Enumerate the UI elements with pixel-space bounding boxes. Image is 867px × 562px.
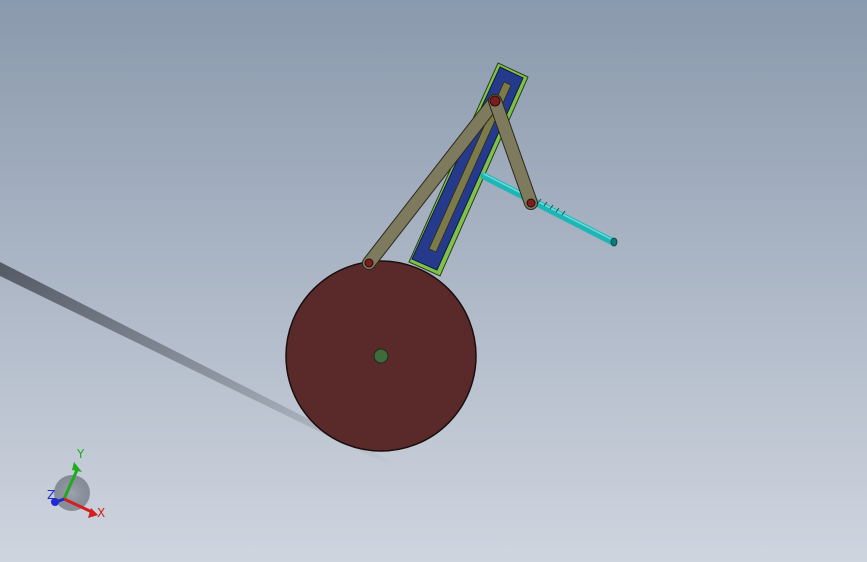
crank-disk[interactable] [285,260,477,452]
top-pin[interactable] [489,95,501,107]
mechanism-scene[interactable]: Y X Z [0,0,867,562]
x-axis-label: X [97,506,105,520]
disk-link-pin[interactable] [364,258,374,268]
cad-viewport[interactable]: Y X Z [0,0,867,562]
z-axis-label: Z [47,488,55,502]
crank-pivot[interactable] [373,348,389,364]
output-rod-end [610,237,618,247]
rod-pin[interactable] [526,198,536,208]
y-axis-label: Y [76,447,85,461]
